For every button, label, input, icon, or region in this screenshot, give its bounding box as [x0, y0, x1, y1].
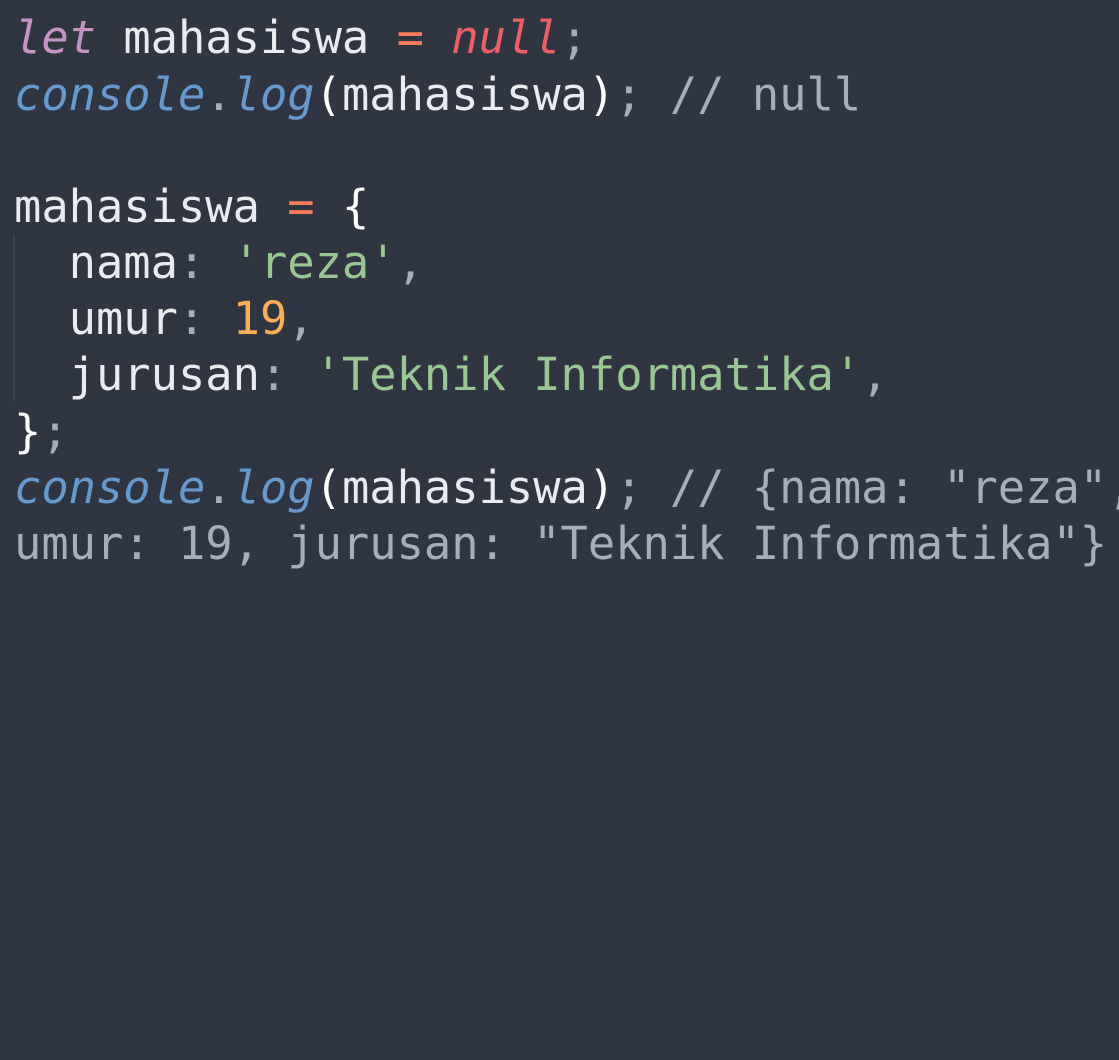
code-line-10: umur: 19, jurusan: "Teknik Informatika"}: [14, 516, 1107, 572]
comma: ,: [287, 292, 315, 345]
open-brace: {: [341, 180, 370, 233]
number-value: 19: [232, 292, 288, 345]
dot: .: [205, 68, 233, 121]
dot: .: [205, 461, 233, 514]
close-paren: ): [587, 68, 616, 121]
comment-continued: umur: 19, jurusan: "Teknik Informatika"}: [14, 517, 1108, 570]
code-line-1: let mahasiswa = null;: [14, 10, 588, 66]
log-method: log: [232, 68, 315, 121]
object-key: nama: [68, 236, 178, 289]
semicolon: ;: [615, 68, 643, 121]
variable-name: mahasiswa: [123, 11, 370, 64]
log-method: log: [232, 461, 315, 514]
colon: :: [177, 236, 206, 289]
code-line-5: nama: 'reza',: [14, 235, 424, 291]
console-object: console: [14, 68, 206, 121]
code-line-8: };: [14, 404, 69, 460]
code-line-4: mahasiswa = {: [14, 179, 369, 235]
comment: // null: [669, 68, 862, 121]
colon: :: [259, 348, 288, 401]
semicolon: ;: [560, 11, 588, 64]
variable-name: mahasiswa: [14, 180, 260, 233]
console-object: console: [14, 461, 206, 514]
semicolon: ;: [41, 405, 69, 458]
code-line-7: jurusan: 'Teknik Informatika',: [14, 347, 889, 403]
code-line-9: console.log(mahasiswa); // {nama: "reza"…: [14, 460, 1119, 516]
close-paren: ): [587, 461, 616, 514]
open-paren: (: [314, 461, 342, 514]
colon: :: [177, 292, 206, 345]
argument: mahasiswa: [341, 68, 588, 121]
keyword-let: let: [14, 11, 96, 64]
code-line-6: umur: 19,: [14, 291, 315, 347]
close-brace: }: [14, 405, 42, 458]
comma: ,: [861, 348, 889, 401]
argument: mahasiswa: [341, 461, 588, 514]
open-paren: (: [314, 68, 342, 121]
string-value: 'Teknik Informatika': [314, 348, 862, 401]
semicolon: ;: [615, 461, 643, 514]
assignment-operator: =: [287, 180, 315, 233]
null-literal: null: [451, 11, 561, 64]
code-line-2: console.log(mahasiswa); // null: [14, 67, 861, 123]
string-value: 'reza': [232, 236, 397, 289]
assignment-operator: =: [396, 11, 424, 64]
object-key: jurusan: [68, 348, 260, 401]
object-key: umur: [68, 292, 178, 345]
comma: ,: [396, 236, 424, 289]
comment: // {nama: "reza",: [669, 461, 1119, 514]
code-editor[interactable]: let mahasiswa = null; console.log(mahasi…: [0, 0, 1119, 607]
